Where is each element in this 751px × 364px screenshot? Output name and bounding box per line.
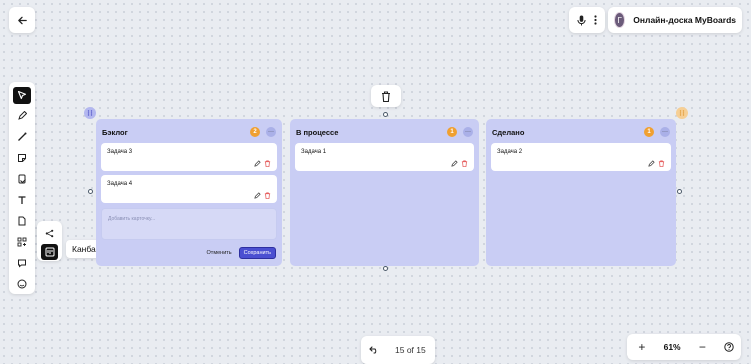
template-icon[interactable] — [13, 170, 31, 188]
frame-subtoolbar — [37, 221, 62, 261]
arrow-left-icon — [17, 15, 28, 26]
kanban-column-done: Сделано 1 ··· Задача 2 — [486, 119, 676, 266]
more-horizontal-icon[interactable]: ··· — [463, 127, 473, 137]
edit-icon[interactable] — [451, 160, 458, 167]
column-header: В процессе 1 ··· — [296, 125, 473, 139]
edit-icon[interactable] — [254, 192, 261, 199]
help-icon[interactable] — [724, 342, 734, 352]
new-card-placeholder: Добавить карточку... — [108, 216, 156, 222]
resize-handle-top[interactable] — [383, 112, 388, 117]
more-vertical-icon[interactable] — [594, 15, 597, 25]
resize-handle-right[interactable] — [677, 189, 682, 194]
more-horizontal-icon[interactable]: ··· — [266, 127, 276, 137]
avatar[interactable]: Г — [614, 12, 626, 28]
pen-icon[interactable] — [13, 107, 31, 125]
new-card-input[interactable]: Добавить карточку... — [101, 208, 277, 240]
mindmap-icon[interactable] — [41, 225, 58, 242]
board-header: Г Онлайн-доска MyBoards — [608, 7, 742, 33]
edit-icon[interactable] — [254, 160, 261, 167]
back-button[interactable] — [9, 7, 35, 33]
sticker-icon[interactable] — [13, 149, 31, 167]
zoom-level[interactable]: 61% — [664, 342, 681, 352]
edit-icon[interactable] — [648, 160, 655, 167]
card-title: Задача 3 — [107, 149, 133, 155]
top-toolbar — [569, 7, 605, 33]
zoom-bar: + 61% − — [627, 334, 741, 360]
kanban-card[interactable]: Задача 1 — [295, 143, 474, 171]
frame-drag-grip[interactable] — [84, 107, 96, 119]
column-title[interactable]: В процессе — [296, 128, 447, 137]
history-bar: 15 of 15 — [361, 336, 435, 364]
column-count-badge: 1 — [644, 127, 654, 137]
column-count-badge: 2 — [250, 127, 260, 137]
line-icon[interactable] — [13, 128, 31, 146]
trash-icon[interactable] — [264, 160, 271, 167]
kanban-card[interactable]: Задача 3 — [101, 143, 277, 171]
page-counter: 15 of 15 — [395, 345, 426, 355]
column-header: Бэклог 2 ··· — [102, 125, 276, 139]
kanban-column-in-progress: В процессе 1 ··· Задача 1 — [290, 119, 479, 266]
undo-icon[interactable] — [369, 346, 379, 354]
card-title: Задача 2 — [497, 149, 523, 155]
column-title[interactable]: Бэклог — [102, 128, 250, 137]
document-icon[interactable] — [13, 212, 31, 230]
trash-icon[interactable] — [658, 160, 665, 167]
kanban-card[interactable]: Задача 4 — [101, 175, 277, 203]
card-title: Задача 1 — [301, 149, 327, 155]
trash-icon[interactable] — [461, 160, 468, 167]
microphone-icon[interactable] — [577, 15, 586, 26]
column-count-badge: 1 — [447, 127, 457, 137]
resize-handle-bottom[interactable] — [383, 266, 388, 271]
card-title: Задача 4 — [107, 181, 133, 187]
board-title[interactable]: Онлайн-доска MyBoards — [633, 15, 736, 25]
kanban-column-backlog: Бэклог 2 ··· Задача 3 Задача 4 Добавить … — [96, 119, 282, 266]
cancel-button[interactable]: Отменить — [204, 248, 235, 258]
zoom-out-button[interactable]: − — [694, 340, 710, 354]
column-header: Сделано 1 ··· — [492, 125, 670, 139]
kanban-card[interactable]: Задача 2 — [491, 143, 671, 171]
delete-frame-button[interactable] — [371, 85, 401, 107]
zoom-in-button[interactable]: + — [634, 340, 650, 354]
emoji-icon[interactable] — [13, 275, 31, 293]
comment-icon[interactable] — [13, 254, 31, 272]
apps-icon[interactable] — [13, 233, 31, 251]
trash-icon[interactable] — [264, 192, 271, 199]
left-toolbar — [9, 82, 35, 294]
column-title[interactable]: Сделано — [492, 128, 644, 137]
kanban-icon[interactable] — [41, 243, 58, 260]
column-drag-grip[interactable] — [676, 107, 688, 119]
resize-handle-left[interactable] — [88, 189, 93, 194]
text-icon[interactable] — [13, 191, 31, 209]
more-horizontal-icon[interactable]: ··· — [660, 127, 670, 137]
save-button[interactable]: Сохранить — [238, 247, 276, 259]
trash-icon — [381, 90, 391, 102]
select-icon[interactable] — [13, 86, 31, 105]
